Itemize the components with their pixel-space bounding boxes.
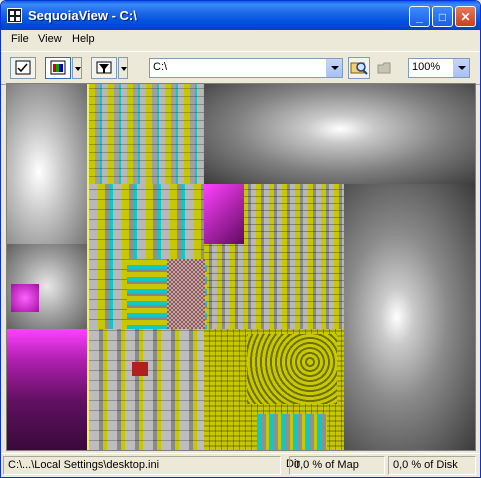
colors-icon [50,60,66,75]
status-path: C:\...\Local Settings\desktop.ini [3,456,281,475]
treemap-file-cell[interactable] [247,334,337,404]
filter-button[interactable] [91,57,117,79]
status-bar: C:\...\Local Settings\desktop.ini Dir : … [1,453,480,477]
zoom-dropdown-button[interactable] [453,59,469,77]
minimize-button[interactable]: _ [409,6,430,27]
menu-bar: File View Help [1,30,480,50]
menu-help[interactable]: Help [72,33,95,45]
path-value: C:\ [153,61,168,73]
treemap-view[interactable] [6,83,476,451]
treemap-folder-cell[interactable] [7,329,87,450]
checklist-icon [15,60,31,75]
status-disk-percent: 0,0 % of Disk [388,456,476,475]
treemap-file-cell[interactable] [167,259,205,329]
treemap-file-cell[interactable] [132,362,148,376]
treemap-file-cell-large[interactable] [344,184,475,450]
browse-button[interactable] [348,57,370,79]
treemap-folder-cell[interactable] [89,329,204,450]
sequoiaview-window: SequoiaView - C:\ _ □ ✕ File View Help C… [0,0,481,478]
parent-folder-button[interactable] [374,57,396,79]
window-title: SequoiaView - C:\ [28,8,137,23]
folder-icon [377,62,391,74]
zoom-value: 100% [412,61,441,73]
menu-file[interactable]: File [11,33,29,45]
toolbar: C:\ 100% [1,51,480,85]
colors-button[interactable] [45,57,71,79]
treemap-folder-cell[interactable] [89,84,204,184]
checklist-button[interactable] [10,57,36,79]
treemap-file-cell-large[interactable] [204,84,475,184]
path-combobox[interactable]: C:\ [149,58,343,78]
maximize-button[interactable]: □ [432,6,453,27]
app-icon[interactable] [7,8,22,23]
treemap-file-cell[interactable] [204,184,244,244]
filter-dropdown-arrow[interactable] [118,57,128,79]
search-folder-icon [350,62,368,75]
filter-icon [96,61,112,74]
title-bar[interactable]: SequoiaView - C:\ _ □ ✕ [1,1,480,30]
menu-view[interactable]: View [38,33,62,45]
close-button[interactable]: ✕ [455,6,476,27]
colors-dropdown-arrow[interactable] [72,57,82,79]
path-dropdown-button[interactable] [326,59,342,77]
status-map-percent: 0,0 % of Map [289,456,385,475]
treemap-file-cell[interactable] [11,284,39,312]
zoom-combobox[interactable]: 100% [408,58,470,78]
treemap-folder-cell[interactable] [257,414,327,450]
treemap-folder-cell[interactable] [7,84,87,244]
